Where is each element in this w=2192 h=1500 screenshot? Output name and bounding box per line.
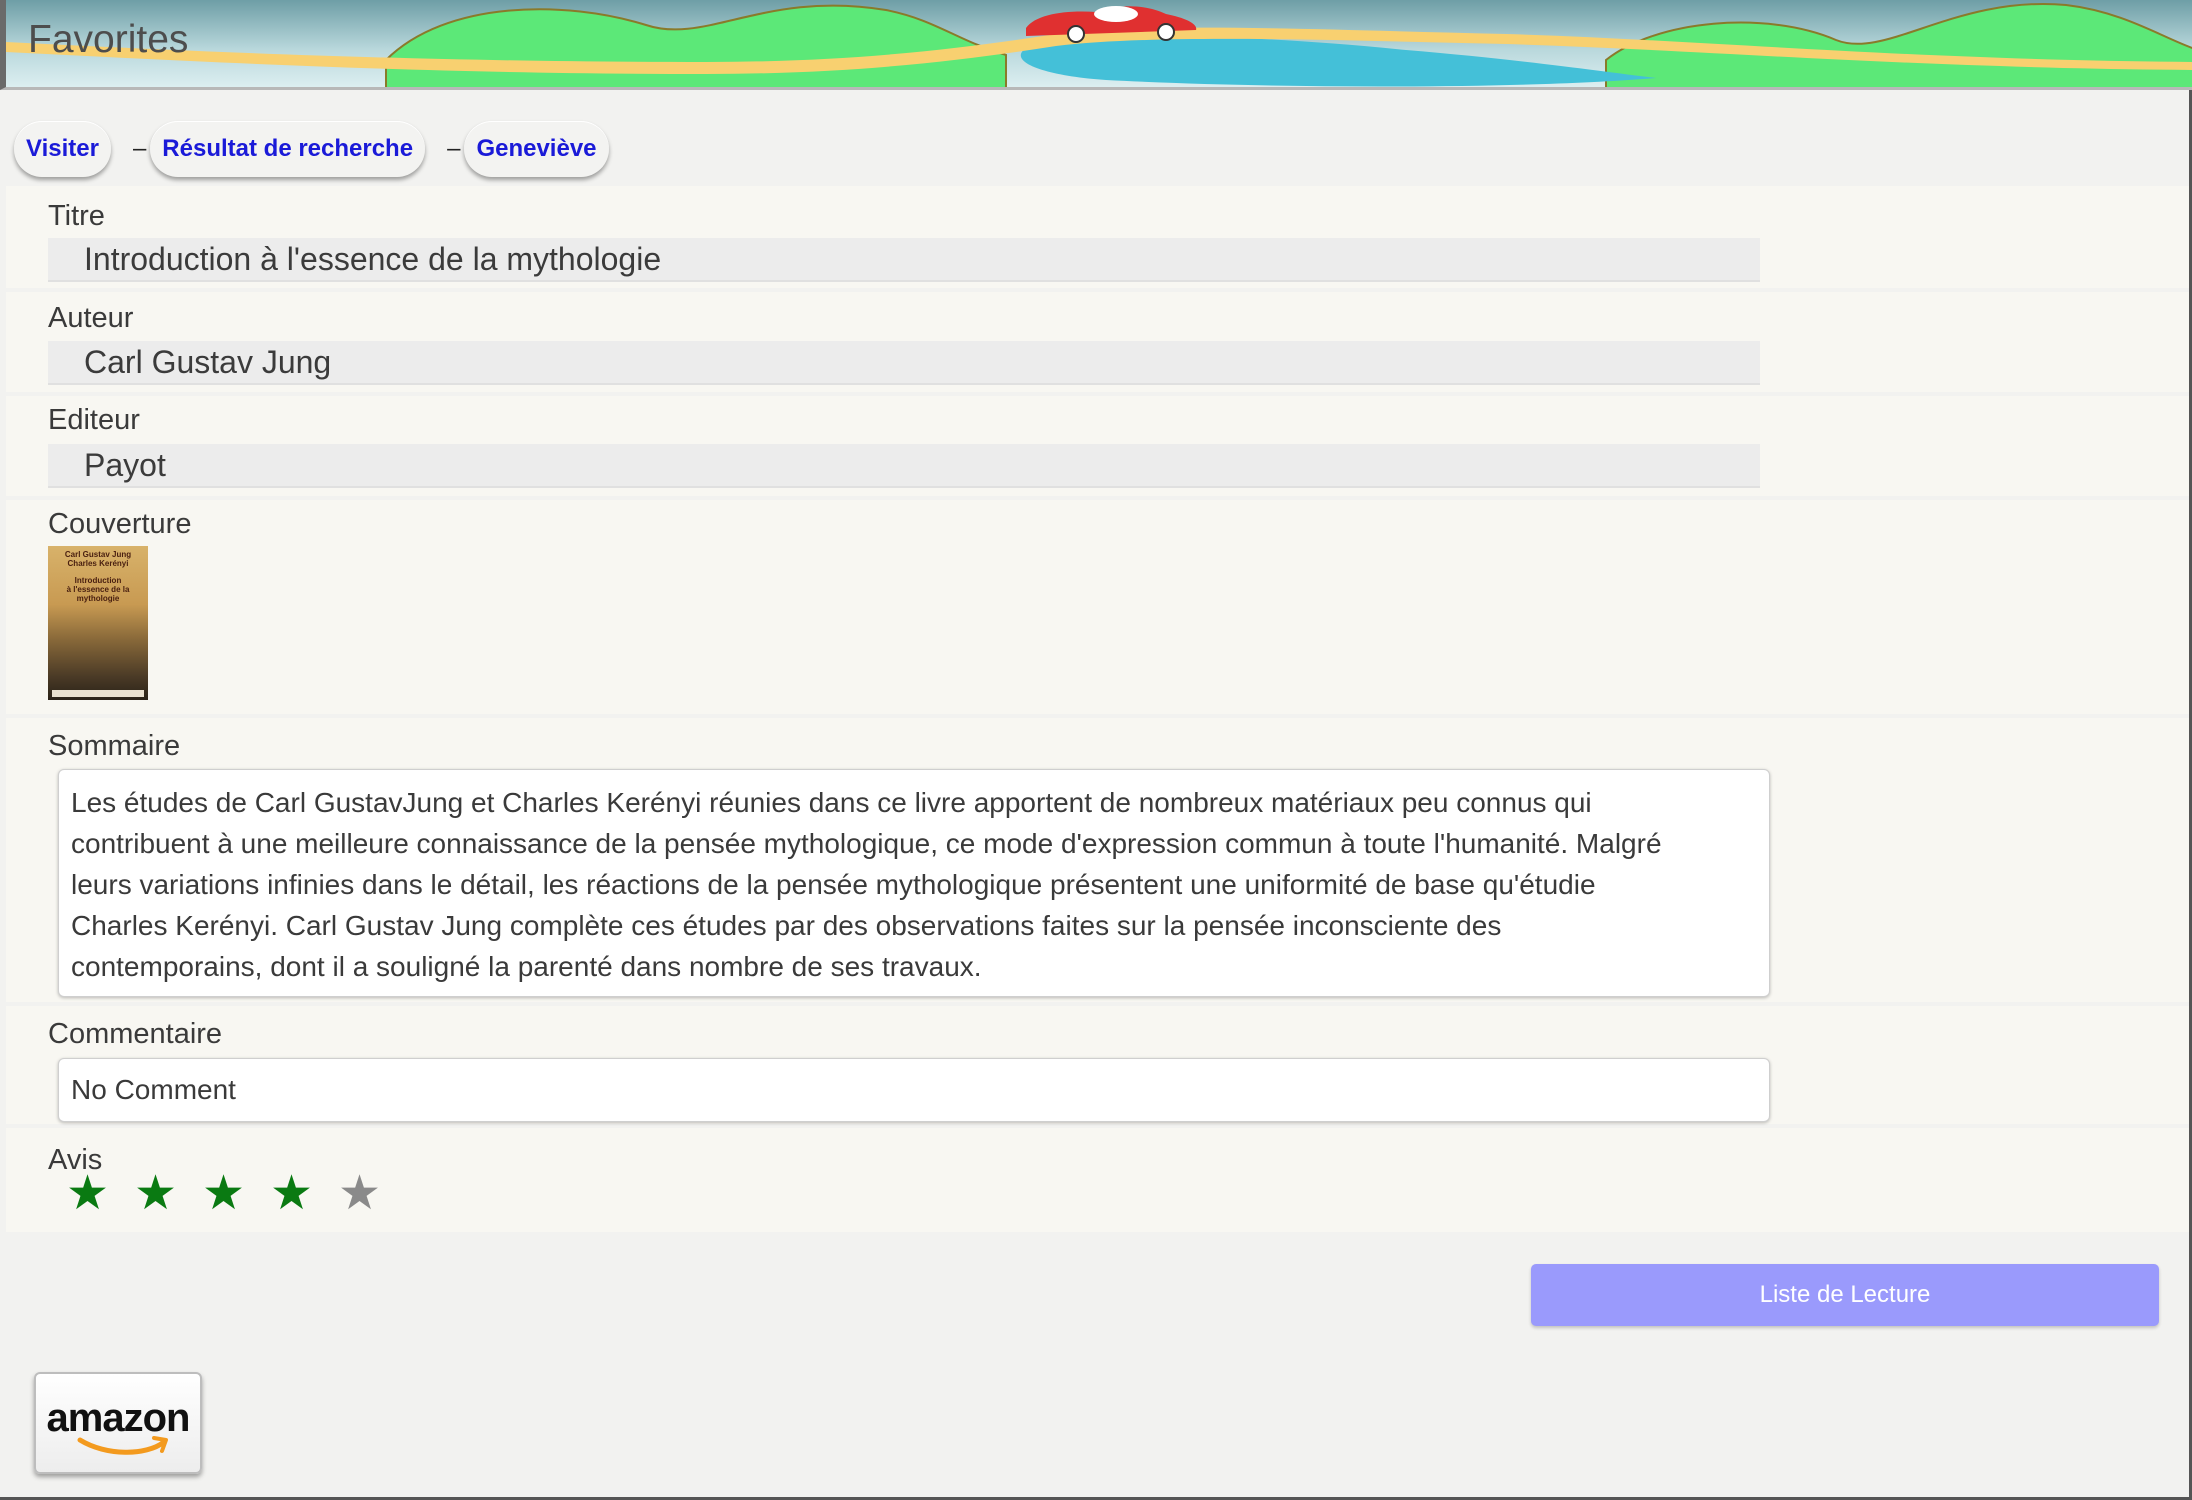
- star-filled-icon[interactable]: ★: [202, 1168, 270, 1220]
- cover-author-2: Charles Kerényi: [67, 559, 129, 568]
- cover-footer: [52, 690, 144, 697]
- breadcrumb-visiter[interactable]: Visiter: [14, 121, 111, 177]
- comment-field[interactable]: No Comment: [58, 1058, 1770, 1122]
- summary-line: Charles Kerényi. Carl Gustav Jung complè…: [71, 910, 1502, 941]
- field-rating: Avis ★ ★ ★ ★ ★: [6, 1128, 2189, 1232]
- summary-text: Les études de Carl GustavJung et Charles…: [58, 769, 1770, 997]
- amazon-smile-icon: [77, 1436, 168, 1455]
- cover-title-2: à l'essence de la: [66, 585, 130, 594]
- field-label-publisher: Editeur: [48, 404, 140, 436]
- breadcrumb-separator: –: [132, 135, 147, 162]
- field-label-author: Auteur: [48, 302, 134, 334]
- breadcrumb-separator: –: [447, 135, 461, 162]
- field-summary: Sommaire Les études de Carl GustavJung e…: [6, 718, 2189, 1002]
- landscape-banner-image: [6, 0, 2192, 87]
- star-empty-icon[interactable]: ★: [338, 1168, 406, 1220]
- title-value: Introduction à l'essence de la mythologi…: [48, 238, 1760, 282]
- field-title: Titre Introduction à l'essence de la myt…: [6, 186, 2189, 288]
- amazon-button[interactable]: amazon: [34, 1372, 202, 1474]
- field-label-title: Titre: [48, 200, 105, 232]
- star-filled-icon[interactable]: ★: [66, 1168, 134, 1220]
- summary-line: Les études de Carl GustavJung et Charles…: [71, 787, 1592, 818]
- field-comment: Commentaire No Comment: [6, 1006, 2189, 1124]
- cover-author-1: Carl Gustav Jung: [64, 550, 132, 559]
- summary-line: leurs variations infinies dans le détail…: [71, 869, 1596, 900]
- author-value: Carl Gustav Jung: [48, 341, 1760, 385]
- summary-line: contribuent à une meilleure connaissance…: [71, 828, 1662, 859]
- publisher-value: Payot: [48, 444, 1760, 488]
- cover-title-3: mythologie: [76, 594, 120, 603]
- field-label-comment: Commentaire: [48, 1018, 223, 1050]
- breadcrumb-search-results[interactable]: Résultat de recherche: [150, 121, 426, 177]
- summary-line: contemporains, dont il a souligné la par…: [71, 951, 982, 982]
- book-cover-image: Carl Gustav Jung Charles Kerényi Introdu…: [48, 546, 148, 700]
- star-filled-icon[interactable]: ★: [270, 1168, 338, 1220]
- field-author: Auteur Carl Gustav Jung: [6, 292, 2189, 392]
- star-filled-icon[interactable]: ★: [134, 1168, 202, 1220]
- field-label-cover: Couverture: [48, 508, 192, 540]
- field-label-summary: Sommaire: [48, 730, 181, 762]
- field-publisher: Editeur Payot: [6, 396, 2189, 496]
- breadcrumb-genevieve[interactable]: Geneviève: [464, 121, 609, 177]
- star-rating[interactable]: ★ ★ ★ ★ ★: [66, 1168, 406, 1220]
- cover-title-1: Introduction: [74, 576, 122, 585]
- reading-list-button[interactable]: Liste de Lecture: [1531, 1264, 2159, 1326]
- header-banner: Favorites: [0, 0, 2192, 90]
- page-title: Favorites: [28, 18, 189, 61]
- breadcrumb: Visiter – Résultat de recherche – Genevi…: [14, 120, 609, 178]
- field-cover: Couverture Carl Gustav Jung Charles Keré…: [6, 500, 2189, 714]
